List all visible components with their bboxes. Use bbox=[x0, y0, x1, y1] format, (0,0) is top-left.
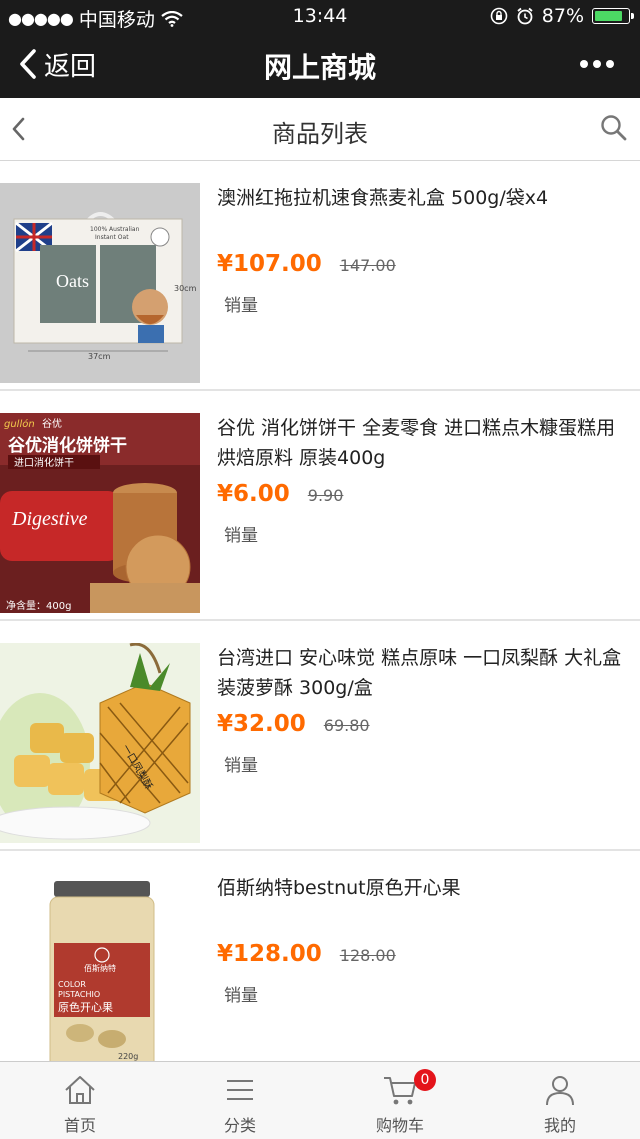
product-price: ¥107.00 bbox=[217, 251, 322, 277]
product-item[interactable]: 一口凤梨酥 台湾进口 安心味觉 糕点原味 一口凤梨酥 大礼盒装菠萝酥 300g/… bbox=[0, 621, 640, 851]
product-item[interactable]: Oats 100% Australian Instant Oat 30cm 37… bbox=[0, 161, 640, 391]
tab-profile[interactable]: 我的 bbox=[480, 1062, 640, 1139]
svg-text:Instant Oat: Instant Oat bbox=[95, 234, 129, 241]
product-name[interactable]: 谷优 消化饼饼干 全麦零食 进口糕点木糠蛋糕用烘焙原料 原装400g bbox=[217, 413, 632, 473]
svg-text:100% Australian: 100% Australian bbox=[90, 226, 140, 233]
price-row: ¥107.00 147.00 bbox=[217, 251, 396, 277]
navigation-bar: 返回 网上商城 bbox=[0, 32, 640, 98]
battery-fill bbox=[595, 11, 622, 21]
rotation-lock-icon bbox=[490, 7, 508, 25]
product-list: Oats 100% Australian Instant Oat 30cm 37… bbox=[0, 161, 640, 1061]
product-image: 佰斯纳特 COLOR PISTACHIO 原色开心果 220g bbox=[0, 873, 200, 1061]
product-price: ¥32.00 bbox=[217, 711, 306, 737]
price-row: ¥6.00 9.90 bbox=[217, 481, 343, 507]
cart-badge: 0 bbox=[414, 1069, 436, 1091]
sales-label: 销量 bbox=[224, 296, 258, 316]
original-price: 9.90 bbox=[307, 486, 344, 505]
list-title: 商品列表 bbox=[272, 120, 368, 148]
sales-label: 销量 bbox=[224, 986, 258, 1006]
page-title: 网上商城 bbox=[263, 51, 376, 84]
oat-gift-box-image: Oats 100% Australian Instant Oat 30cm 37… bbox=[0, 183, 200, 383]
original-price: 69.80 bbox=[323, 716, 370, 735]
alarm-icon bbox=[517, 7, 533, 25]
product-image: 一口凤梨酥 bbox=[0, 642, 200, 843]
svg-text:谷优: 谷优 bbox=[42, 417, 62, 430]
sales-label: 销量 bbox=[224, 526, 258, 546]
original-price: 147.00 bbox=[339, 256, 396, 275]
svg-text:220g: 220g bbox=[118, 1052, 138, 1061]
svg-text:gullón: gullón bbox=[4, 418, 35, 430]
product-item[interactable]: gullón 谷优 谷优消化饼饼干 进口消化饼干 Digestive 净含量：4… bbox=[0, 391, 640, 621]
status-bar: ●●●●● 中国移动 13:44 87% bbox=[0, 0, 640, 32]
product-name[interactable]: 佰斯纳特bestnut原色开心果 bbox=[217, 873, 632, 903]
price-row: ¥128.00 128.00 bbox=[217, 941, 396, 967]
sales-label: 销量 bbox=[224, 756, 258, 776]
tab-label: 我的 bbox=[543, 1116, 576, 1135]
svg-text:原色开心果: 原色开心果 bbox=[58, 1000, 113, 1014]
original-price: 128.00 bbox=[339, 946, 396, 965]
cart-icon bbox=[384, 1077, 416, 1105]
svg-text:佰斯纳特: 佰斯纳特 bbox=[84, 963, 116, 973]
product-item[interactable]: 佰斯纳特 COLOR PISTACHIO 原色开心果 220g 佰斯纳特best… bbox=[0, 851, 640, 1061]
list-header: 商品列表 bbox=[0, 98, 640, 161]
more-dot-icon bbox=[580, 60, 588, 68]
pistachio-jar-image: 佰斯纳特 COLOR PISTACHIO 原色开心果 220g bbox=[0, 873, 200, 1061]
svg-text:30cm: 30cm bbox=[174, 284, 197, 293]
svg-text:净含量：400g: 净含量：400g bbox=[6, 599, 71, 612]
product-image: gullón 谷优 谷优消化饼饼干 进口消化饼干 Digestive 净含量：4… bbox=[0, 413, 200, 613]
more-dot-icon bbox=[593, 60, 601, 68]
home-icon bbox=[65, 1076, 95, 1104]
price-row: ¥32.00 69.80 bbox=[217, 711, 370, 737]
tab-bar: 首页 分类 0 购物车 我的 bbox=[0, 1061, 640, 1139]
tab-cart[interactable]: 0 购物车 bbox=[320, 1062, 480, 1139]
product-name[interactable]: 台湾进口 安心味觉 糕点原味 一口凤梨酥 大礼盒装菠萝酥 300g/盒 bbox=[217, 643, 632, 703]
product-name[interactable]: 澳洲红拖拉机速食燕麦礼盒 500g/袋x4 bbox=[217, 183, 632, 213]
svg-text:PISTACHIO: PISTACHIO bbox=[58, 990, 100, 999]
svg-text:进口消化饼干: 进口消化饼干 bbox=[14, 456, 74, 469]
svg-text:COLOR: COLOR bbox=[58, 980, 86, 989]
status-right: 87% bbox=[490, 5, 634, 27]
user-icon bbox=[546, 1076, 574, 1106]
more-button[interactable] bbox=[580, 60, 614, 68]
tab-label: 首页 bbox=[63, 1116, 96, 1135]
svg-text:Digestive: Digestive bbox=[11, 508, 88, 530]
more-dot-icon bbox=[606, 60, 614, 68]
svg-text:37cm: 37cm bbox=[88, 352, 111, 361]
svg-text:Oats: Oats bbox=[56, 271, 89, 291]
tab-home[interactable]: 首页 bbox=[0, 1062, 160, 1139]
tab-label: 购物车 bbox=[375, 1116, 424, 1135]
pineapple-cake-image: 一口凤梨酥 bbox=[0, 642, 200, 843]
tab-category[interactable]: 分类 bbox=[160, 1062, 320, 1139]
search-icon[interactable] bbox=[600, 114, 628, 142]
product-price: ¥128.00 bbox=[217, 941, 322, 967]
list-icon bbox=[227, 1080, 253, 1100]
product-image: Oats 100% Australian Instant Oat 30cm 37… bbox=[0, 183, 200, 383]
digestive-biscuit-image: gullón 谷优 谷优消化饼饼干 进口消化饼干 Digestive 净含量：4… bbox=[0, 413, 200, 613]
battery-percent: 87% bbox=[541, 5, 584, 27]
product-price: ¥6.00 bbox=[217, 481, 290, 507]
svg-text:谷优消化饼饼干: 谷优消化饼饼干 bbox=[8, 435, 127, 456]
battery-icon bbox=[592, 8, 634, 24]
tab-label: 分类 bbox=[223, 1116, 256, 1135]
